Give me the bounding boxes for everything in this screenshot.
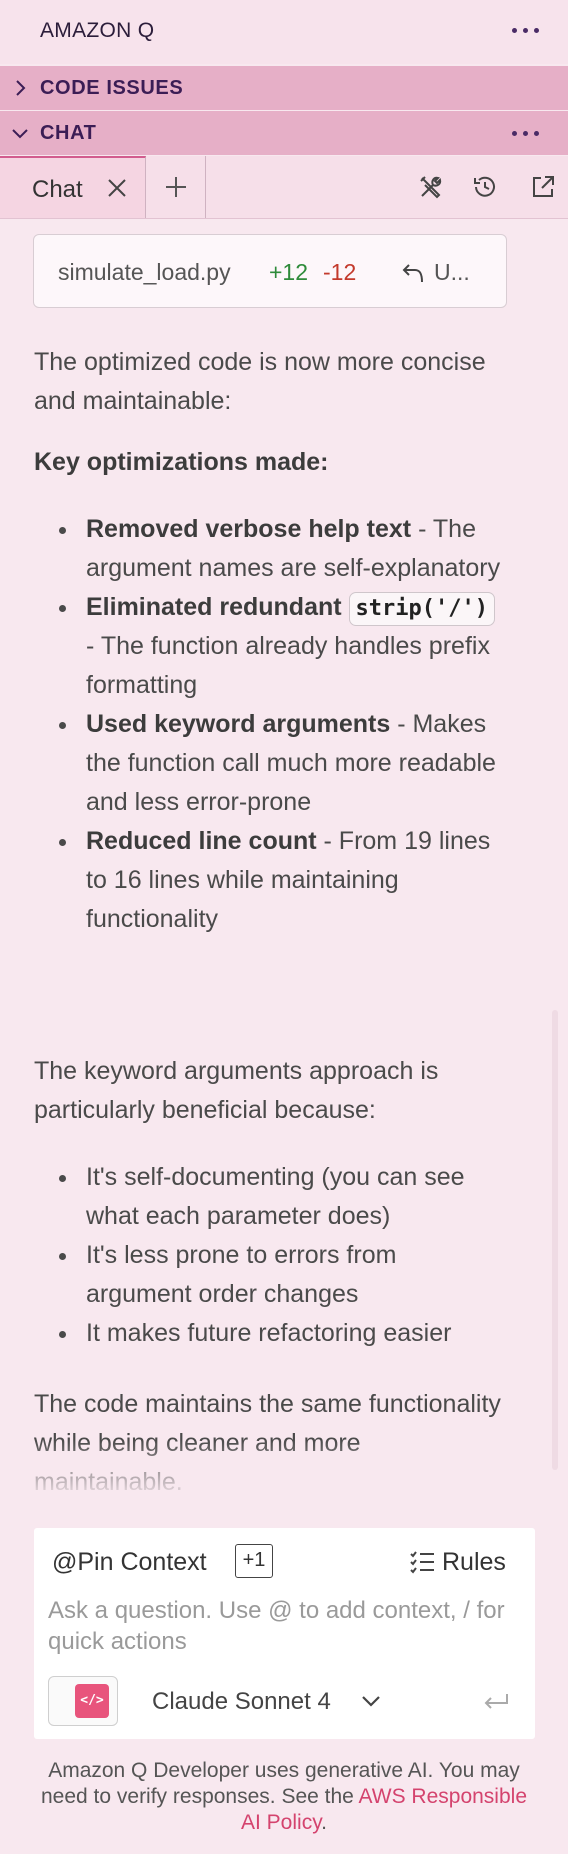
list-item-title: Used keyword arguments: [86, 710, 391, 738]
panel-title: AMAZON Q: [40, 19, 155, 42]
tab-bar: Chat: [0, 156, 568, 219]
tab-chat[interactable]: Chat: [0, 156, 146, 218]
rules-button[interactable]: Rules: [442, 1548, 506, 1577]
model-selector[interactable]: Claude Sonnet 4: [152, 1688, 331, 1716]
file-name[interactable]: simulate_load.py: [58, 259, 231, 286]
code-issues-label: CODE ISSUES: [40, 77, 184, 99]
code-icon: </>: [75, 1684, 109, 1718]
history-icon[interactable]: [472, 174, 498, 200]
heading-text: Key optimizations made:: [34, 448, 329, 476]
optimizations-list: Removed verbose help text - The argument…: [34, 510, 504, 939]
chat-ellipsis-icon[interactable]: [512, 131, 539, 136]
rules-icon[interactable]: [409, 1550, 435, 1574]
code-issues-section-header[interactable]: CODE ISSUES: [0, 66, 568, 110]
message-intro: The optimized code is now more concise a…: [34, 348, 486, 415]
list-item: It's less prone to errors from argument …: [34, 1236, 504, 1314]
list-item: Used keyword arguments - Makes the funct…: [34, 705, 504, 822]
list-item: Eliminated redundant strip('/') - The fu…: [34, 588, 504, 705]
chevron-right-icon: [10, 78, 30, 98]
chat-input-box: @Pin Context +1 Rules Ask a question. Us…: [34, 1528, 535, 1739]
new-tab-button[interactable]: [147, 156, 206, 218]
inline-code: strip('/'): [348, 592, 495, 626]
ellipsis-icon[interactable]: [512, 28, 539, 33]
list-item-title: Eliminated redundant: [86, 593, 342, 621]
plus-icon: [164, 175, 188, 199]
agent-mode-button[interactable]: </>: [48, 1676, 118, 1726]
list-item: Reduced line count - From 19 lines to 16…: [34, 822, 504, 939]
tab-chat-label: Chat: [32, 176, 83, 203]
disclaimer: Amazon Q Developer uses generative AI. Y…: [30, 1758, 538, 1836]
open-external-icon[interactable]: [530, 174, 556, 200]
disclaimer-end: .: [321, 1811, 327, 1834]
chat-input-field[interactable]: Ask a question. Use @ to add context, / …: [48, 1595, 528, 1657]
list-item-title: Removed verbose help text: [86, 515, 412, 543]
undo-button-label[interactable]: U...: [434, 259, 470, 286]
list-item: It makes future refactoring easier: [34, 1314, 504, 1353]
deletions-count: -12: [323, 259, 357, 285]
list-item-text: - The function already handles prefix fo…: [86, 632, 490, 699]
file-change-card[interactable]: simulate_load.py +12 -12 U...: [33, 234, 507, 308]
chat-section-header[interactable]: CHAT: [0, 111, 568, 155]
return-icon[interactable]: [482, 1691, 510, 1713]
additions-count: +12: [269, 259, 309, 285]
list-item: It's self-documenting (you can see what …: [34, 1158, 504, 1236]
chevron-down-icon[interactable]: [360, 1691, 382, 1711]
tools-icon[interactable]: [418, 174, 444, 200]
close-icon[interactable]: [106, 177, 128, 199]
chat-section-label: CHAT: [40, 122, 97, 144]
undo-icon[interactable]: [401, 262, 425, 284]
context-count-badge[interactable]: +1: [235, 1544, 273, 1578]
list-item: Removed verbose help text - The argument…: [34, 510, 504, 588]
scroll-fade: [0, 1440, 540, 1500]
chevron-down-icon: [10, 123, 30, 143]
benefits-list: It's self-documenting (you can see what …: [34, 1158, 504, 1353]
scrollbar[interactable]: [552, 1010, 558, 1470]
message-heading: Key optimizations made:: [34, 443, 514, 482]
list-item-title: Reduced line count: [86, 827, 317, 855]
pin-context-button[interactable]: @Pin Context: [52, 1548, 207, 1577]
benefit-intro: The keyword arguments approach is partic…: [34, 1057, 439, 1124]
title-bar: AMAZON Q: [0, 0, 568, 64]
